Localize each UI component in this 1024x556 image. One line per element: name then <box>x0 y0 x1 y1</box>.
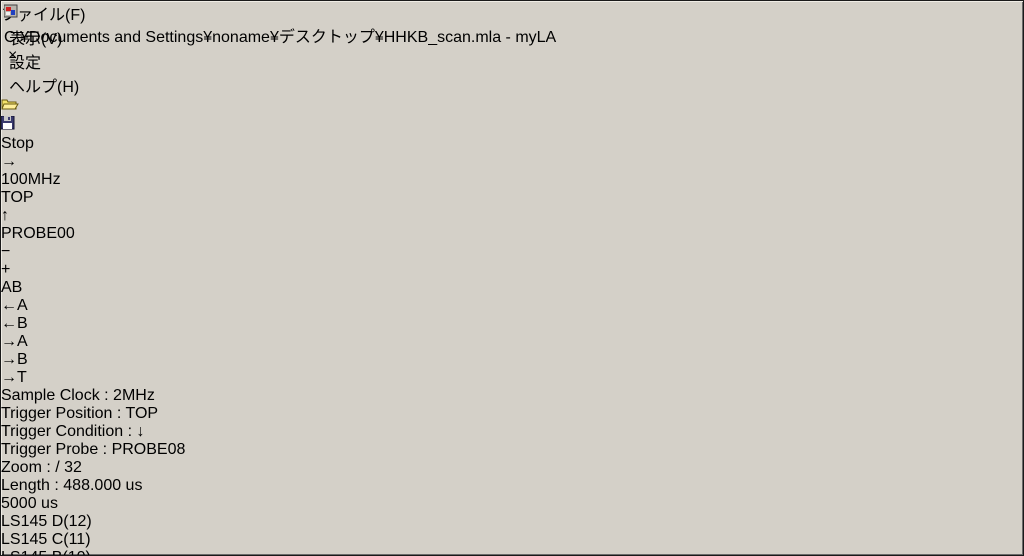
sample-clock-info: Sample Clock : 2MHz <box>1 387 1023 405</box>
channel-label: LS145 B(10) <box>1 549 1023 556</box>
stop-button[interactable]: Stop <box>1 135 54 153</box>
clock-value: 100MHz <box>1 171 61 188</box>
edge-select[interactable]: ↑ <box>1 207 31 225</box>
window-title: C:¥Documents and Settings¥noname¥デスクトップ¥… <box>4 23 1020 47</box>
goto-cursor-b-left-button[interactable]: ←B <box>1 315 1023 333</box>
open-folder-icon <box>1 97 19 111</box>
title-bar[interactable]: C:¥Documents and Settings¥noname¥デスクトップ¥… <box>4 4 1020 22</box>
edge-value: ↑ <box>1 207 9 224</box>
zoom-in-button[interactable]: + <box>1 261 1023 279</box>
channel-label: LS145 D(12) <box>1 513 1023 531</box>
app-window: C:¥Documents and Settings¥noname¥デスクトップ¥… <box>0 0 1024 556</box>
menu-help[interactable]: ヘルプ(H) <box>9 73 1023 97</box>
zoom-out-button[interactable]: − <box>1 243 1023 261</box>
length-info: Length : 488.000 us <box>1 477 1023 495</box>
goto-cursor-b-right-button[interactable]: →B <box>1 351 1023 369</box>
channel-label: LS145 C(11) <box>1 531 1023 549</box>
trigger-probe-info: Trigger Probe : PROBE08 <box>1 441 1023 459</box>
close-icon: × <box>8 47 1020 65</box>
trigger-position-value: TOP <box>1 189 34 206</box>
trigger-position-select[interactable]: TOP <box>1 189 75 207</box>
channel-label-column: LS145 D(12)LS145 C(11)LS145 B(10)LS145 A… <box>1 513 1023 556</box>
goto-cursor-a-right-button[interactable]: →A <box>1 333 1023 351</box>
probe-select[interactable]: PROBE00 <box>1 225 77 243</box>
toolbar: Stop → 100MHz TOP ↑ PROBE00 − + AB <box>1 97 1023 387</box>
open-file-button[interactable] <box>1 97 25 116</box>
save-floppy-icon <box>1 116 15 130</box>
goto-trigger-button[interactable]: →T <box>1 369 1023 387</box>
zoom-ab-button[interactable]: AB <box>1 279 1023 297</box>
trigger-position-info: Trigger Position : TOP <box>1 405 1023 423</box>
trigger-condition-info: Trigger Condition : ↓ <box>1 423 1023 441</box>
close-button[interactable]: × <box>8 47 1020 65</box>
time-scale-label: 5000 us <box>1 495 1023 513</box>
goto-cursor-a-left-button[interactable]: ←A <box>1 297 1023 315</box>
stop-label: Stop <box>1 135 34 152</box>
save-button[interactable] <box>1 116 25 135</box>
zoom-info: Zoom : / 32 <box>1 459 1023 477</box>
clock-select[interactable]: 100MHz <box>1 171 75 189</box>
run-arrow-icon: → <box>1 153 17 170</box>
waveform-panel: Sample Clock : 2MHz Trigger Position : T… <box>1 387 1023 556</box>
app-icon <box>4 4 18 18</box>
run-button[interactable]: → <box>1 153 37 171</box>
probe-value: PROBE00 <box>1 225 75 242</box>
